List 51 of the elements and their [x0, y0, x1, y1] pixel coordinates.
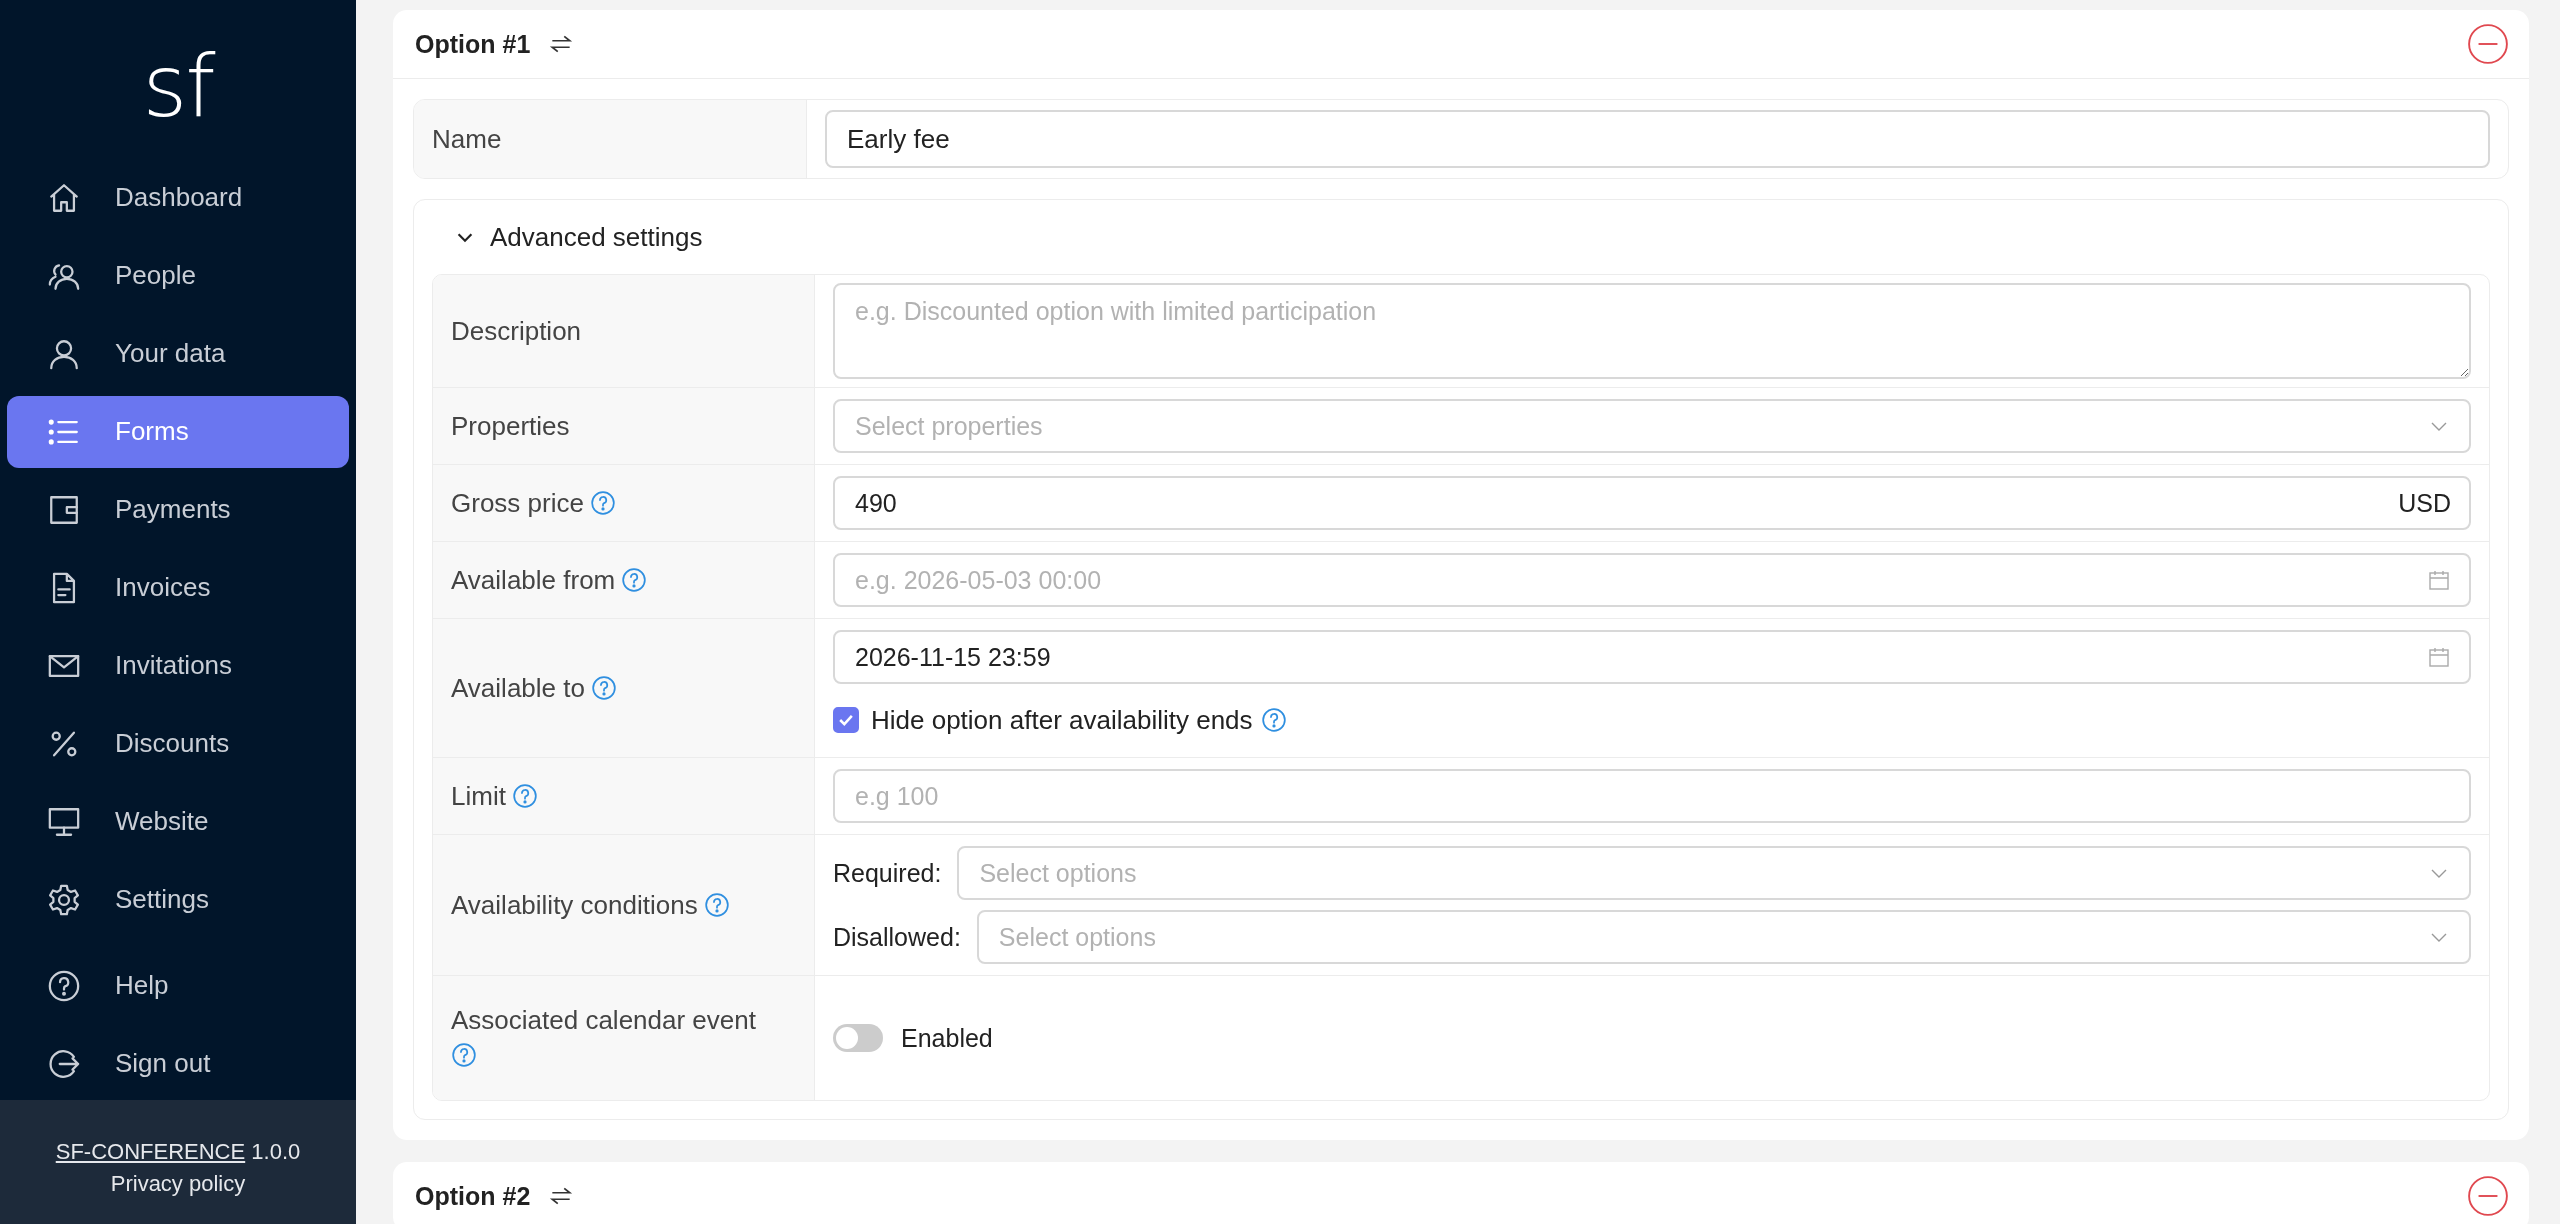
- settings-icon: [47, 882, 81, 917]
- price-field[interactable]: 490 USD: [833, 476, 2471, 530]
- version-text: 1.0.0: [251, 1138, 301, 1164]
- field-label: Associated calendar event: [451, 1004, 757, 1036]
- help-icon[interactable]: [451, 1041, 477, 1068]
- field-label: Available to: [451, 672, 585, 704]
- sidebar-item[interactable]: Website: [7, 785, 349, 858]
- date-field[interactable]: 2026-11-15 23:59: [833, 630, 2471, 684]
- field-label: Name: [414, 100, 807, 178]
- sidebar-item[interactable]: People: [7, 239, 349, 312]
- sidebar-item[interactable]: Your data: [7, 317, 349, 390]
- description-field[interactable]: e.g. Discounted option with limited participation: [833, 283, 2471, 379]
- option-title: Option #1: [415, 29, 531, 59]
- help-icon[interactable]: [703, 892, 730, 918]
- remove-button[interactable]: [2467, 23, 2509, 65]
- remove-button[interactable]: [2467, 1175, 2509, 1217]
- help-icon: [47, 968, 81, 1003]
- calendar-icon: [2427, 568, 2451, 592]
- condition-label: Disallowed:: [833, 922, 961, 952]
- sidebar-item[interactable]: Settings: [7, 863, 349, 936]
- help-icon[interactable]: [589, 490, 616, 516]
- logo: sf: [141, 35, 216, 138]
- calendar-icon: [2427, 645, 2451, 669]
- sidebar-item[interactable]: Dashboard: [7, 161, 349, 234]
- sidebar-item[interactable]: Invoices: [7, 551, 349, 624]
- help-icon[interactable]: [1260, 707, 1287, 733]
- field-label: Available from: [451, 564, 616, 596]
- field-label: Properties: [451, 410, 570, 442]
- sidebar-item[interactable]: Forms: [7, 395, 349, 468]
- sidebar-item[interactable]: Help: [7, 949, 349, 1022]
- name-input[interactable]: Early fee: [825, 110, 2490, 168]
- sidebar-item[interactable]: Sign out: [7, 1027, 349, 1100]
- help-icon[interactable]: [590, 675, 617, 701]
- sidebar-item[interactable]: Payments: [7, 473, 349, 546]
- checkbox[interactable]: [833, 707, 859, 733]
- condition-label: Required:: [833, 858, 942, 888]
- field-label: Description: [451, 315, 582, 347]
- option-title: Option #2: [415, 1181, 531, 1211]
- privacy-link[interactable]: Privacy policy: [0, 1167, 356, 1200]
- field-label: Gross price: [451, 487, 584, 519]
- sidebar-item[interactable]: Discounts: [7, 707, 349, 780]
- field-label: Limit: [451, 780, 506, 812]
- help-icon[interactable]: [511, 783, 538, 809]
- toggle-label: Enabled: [901, 1023, 993, 1053]
- toggle-switch[interactable]: [833, 1024, 883, 1052]
- help-icon[interactable]: [621, 567, 648, 593]
- checkbox-label: Hide option after availability ends: [871, 704, 1253, 736]
- sidebar-item[interactable]: Invitations: [7, 629, 349, 702]
- advanced-settings-toggle[interactable]: Advanced settings: [432, 200, 703, 274]
- app-link[interactable]: SF-CONFERENCE: [55, 1138, 246, 1164]
- field-label: Availability conditions: [451, 889, 698, 921]
